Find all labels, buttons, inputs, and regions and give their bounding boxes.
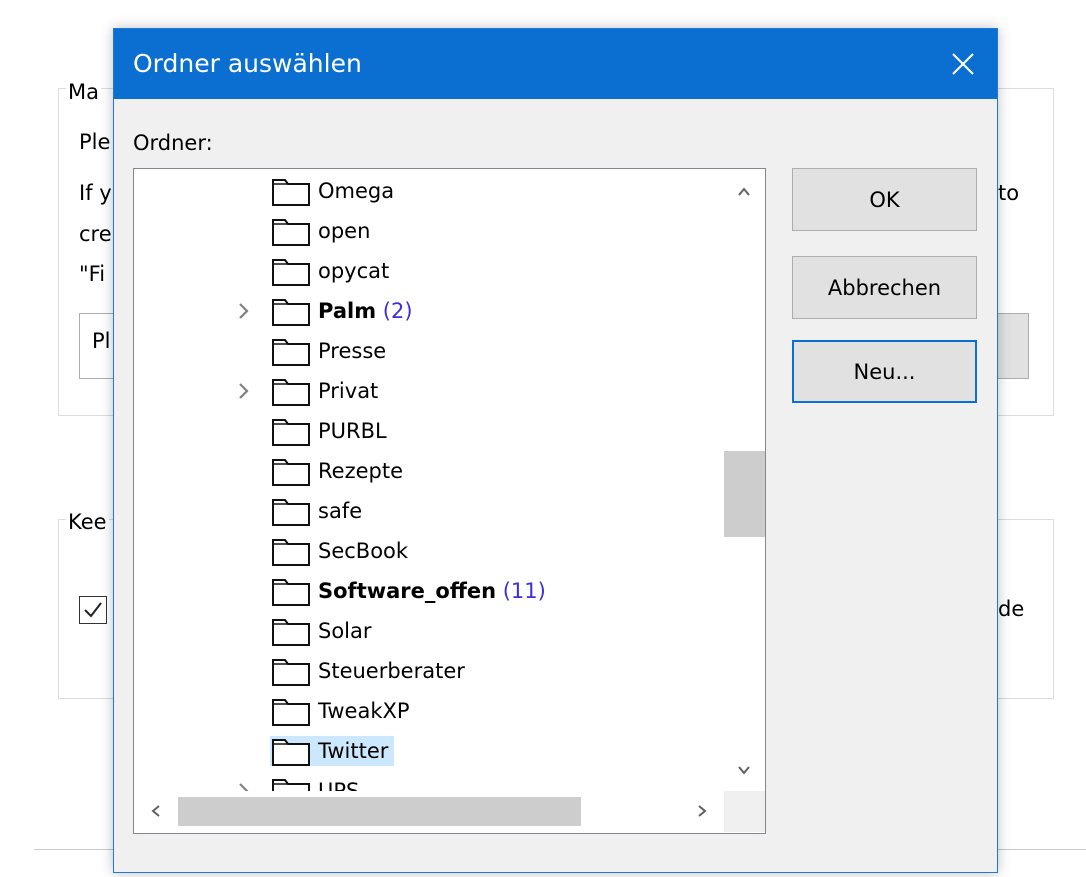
folder-icon [272,258,310,291]
folder-label: PURBL [318,419,387,443]
folder-item[interactable]: Privat [134,371,724,411]
chevron-left-icon [151,805,160,817]
folder-icon [272,738,310,771]
folder-icon [272,578,310,611]
checkbox-label-end: de [998,597,1025,621]
folder-icon [272,658,310,691]
folder-label: opycat [318,259,390,283]
folder-name: Solar [314,616,378,646]
folder-label: Presse [318,339,387,363]
folder-label: Ordner: [133,131,213,155]
folder-label: Solar [318,619,372,643]
expand-chevron-icon[interactable] [236,381,252,401]
folder-name: Twitter [314,736,395,766]
folder-name: Privat [314,376,384,406]
keep-checkbox[interactable] [79,596,107,624]
scroll-left-button[interactable] [134,791,178,832]
folder-name: SecBook [314,536,414,566]
info-text-line-3: "Fi [79,262,106,286]
folder-name: opycat [314,256,395,286]
folder-name: Steuerberater [314,656,471,686]
vertical-scroll-thumb[interactable] [724,451,765,537]
folder-name: Presse [314,336,392,366]
group-1-legend: Ma [66,80,101,104]
folder-item[interactable]: Software_offen (11) [134,571,724,611]
folder-item[interactable]: Presse [134,331,724,371]
folder-icon [272,458,310,491]
dialog-title-bar[interactable]: Ordner auswählen [114,29,997,99]
folder-icon [272,418,310,451]
folder-item[interactable]: opycat [134,251,724,291]
scroll-right-button[interactable] [680,791,724,832]
folder-item[interactable]: Omega [134,171,724,211]
folder-icon [272,338,310,371]
ok-button[interactable]: OK [792,168,977,231]
folder-tree[interactable]: Omega open opycat Palm (2) Presse Privat PURBL… [133,168,766,834]
folder-item[interactable]: SecBook [134,531,724,571]
folder-icon [272,498,310,531]
folder-label: Palm [318,299,377,323]
scroll-down-button[interactable] [724,757,765,791]
folder-name: Software_offen (11) [314,576,552,606]
folder-name: Palm (2) [314,296,419,326]
folder-item[interactable]: PURBL [134,411,724,451]
folder-label: Software_offen [318,579,497,603]
folder-item[interactable]: open [134,211,724,251]
unread-count: (2) [382,299,413,323]
folder-icon [272,378,310,411]
vertical-scrollbar[interactable] [724,169,765,791]
folder-icon [272,218,310,251]
folder-item[interactable]: Solar [134,611,724,651]
cancel-button[interactable]: Abbrechen [792,256,977,319]
horizontal-scrollbar[interactable] [134,791,724,832]
chevron-down-icon [738,766,750,775]
info-text-line-2: cre [79,222,112,246]
folder-name: Rezepte [314,456,409,486]
folder-label: Steuerberater [318,659,465,683]
folder-icon [272,698,310,731]
folder-label: Twitter [318,739,389,763]
info-text-end: to [998,181,1020,205]
close-button[interactable] [929,29,997,99]
folder-item[interactable]: Rezepte [134,451,724,491]
folder-name: PURBL [314,416,393,446]
expand-chevron-icon[interactable] [236,301,252,321]
folder-label: open [318,219,371,243]
unread-count: (11) [502,579,546,603]
info-text-line-1: If y [79,181,112,205]
close-icon [952,53,974,75]
folder-label: Privat [318,379,379,403]
instruction-text: Ple [79,130,111,154]
new-folder-button[interactable]: Neu... [792,340,977,403]
folder-icon [272,178,310,211]
folder-name: TweakXP [314,696,416,726]
folder-label: TweakXP [318,699,410,723]
scrollbar-corner [724,791,765,832]
folder-item[interactable]: Twitter [134,731,724,771]
folder-icon [272,298,310,331]
chevron-up-icon [738,187,750,196]
folder-item[interactable]: TweakXP [134,691,724,731]
folder-name: Omega [314,176,400,206]
folder-name: safe [314,496,368,526]
checkmark-icon [84,602,102,618]
folder-label: Omega [318,179,395,203]
chevron-right-icon [698,805,707,817]
folder-item[interactable]: Palm (2) [134,291,724,331]
dialog-title: Ordner auswählen [133,49,362,78]
folder-name: open [314,216,376,246]
folder-picker-dialog: Ordner auswählen Ordner: Omega open opycat… [113,28,998,873]
folder-item[interactable]: safe [134,491,724,531]
scroll-up-button[interactable] [724,169,765,209]
folder-item[interactable]: Steuerberater [134,651,724,691]
folder-label: safe [318,499,363,523]
folder-label: SecBook [318,539,409,563]
folder-label: Rezepte [318,459,403,483]
group-2-legend: Kee [66,510,109,534]
folder-icon [272,618,310,651]
folder-icon [272,538,310,571]
horizontal-scroll-thumb[interactable] [178,797,581,826]
path-input-text: Pl [92,329,111,353]
